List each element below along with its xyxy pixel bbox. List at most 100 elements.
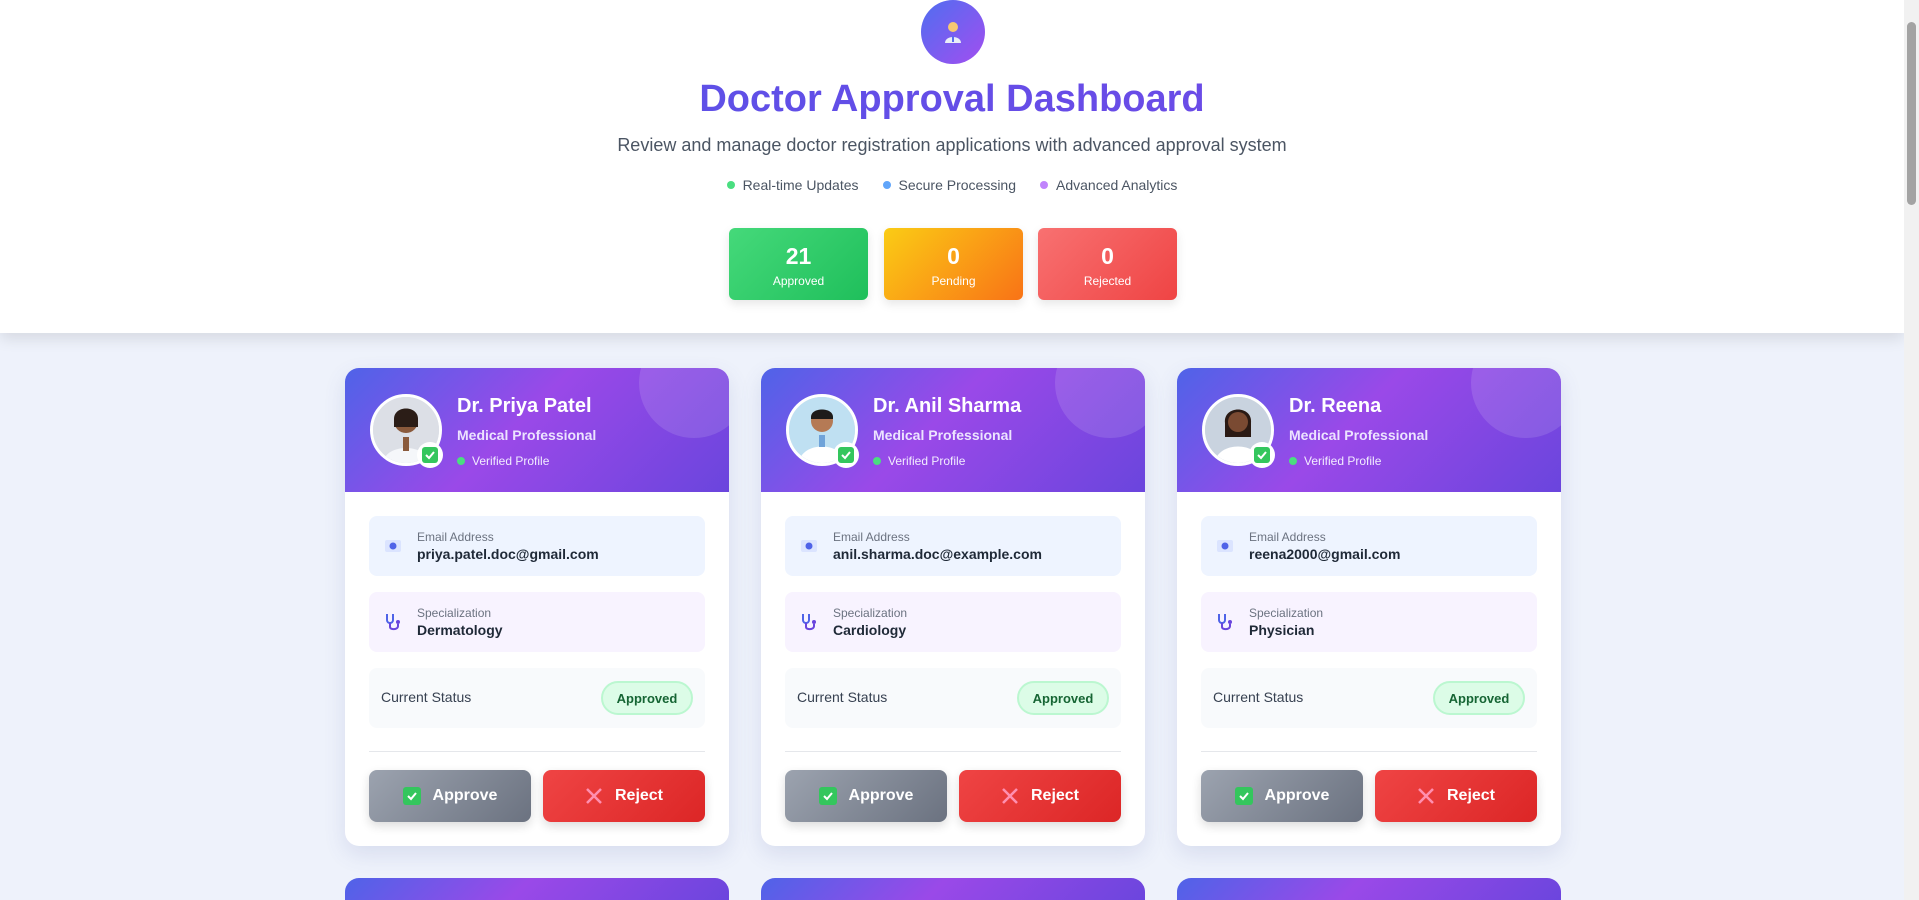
doctor-card-peek <box>1177 878 1561 900</box>
email-field: Email Address anil.sharma.doc@example.co… <box>785 516 1121 576</box>
verified-label: Verified Profile <box>472 454 550 468</box>
email-label: Email Address <box>417 530 494 544</box>
doctor-card: Dr. Anil Sharma Medical Professional Ver… <box>761 368 1145 846</box>
verified-profile: Verified Profile <box>873 454 965 468</box>
approve-label: Approve <box>1264 787 1330 804</box>
status-label: Current Status <box>381 689 472 705</box>
verified-check-icon <box>833 442 859 468</box>
reject-label: Reject <box>1030 787 1080 804</box>
decorative-circle <box>1055 368 1145 438</box>
card-header: Dr. Reena Medical Professional Verified … <box>1177 368 1561 492</box>
check-icon <box>1234 787 1253 805</box>
verified-check-icon <box>1249 442 1275 468</box>
specialization-field: Specialization Physician <box>1201 592 1537 652</box>
reject-button[interactable]: Reject <box>959 770 1121 822</box>
green-dot-icon <box>1289 457 1297 465</box>
approve-button[interactable]: Approve <box>785 770 947 822</box>
feature-item-analytics: Advanced Analytics <box>1040 177 1177 193</box>
doctor-card-peek <box>761 878 1145 900</box>
doctor-logo-icon <box>921 0 985 64</box>
status-row: Current Status Approved <box>1201 668 1537 728</box>
dashboard-header: Doctor Approval Dashboard Review and man… <box>0 0 1904 333</box>
feature-label: Real-time Updates <box>742 177 859 193</box>
doctor-name: Dr. Reena <box>1289 395 1382 417</box>
check-icon <box>818 787 837 805</box>
feature-list: Real-time Updates Secure Processing Adva… <box>0 177 1904 193</box>
close-icon <box>1002 788 1018 804</box>
specialization-value: Cardiology <box>833 622 907 638</box>
divider <box>785 751 1121 752</box>
doctor-role: Medical Professional <box>1289 427 1429 443</box>
email-label: Email Address <box>1249 530 1326 544</box>
page-subtitle: Review and manage doctor registration ap… <box>617 135 1287 155</box>
rejected-stat-card: 0 Rejected <box>1038 228 1177 300</box>
status-row: Current Status Approved <box>785 668 1121 728</box>
email-field: Email Address reena2000@gmail.com <box>1201 516 1537 576</box>
reject-button[interactable]: Reject <box>543 770 705 822</box>
status-row: Current Status Approved <box>369 668 705 728</box>
stethoscope-icon <box>802 614 816 631</box>
email-value: priya.patel.doc@gmail.com <box>417 546 599 562</box>
approved-count: 21 <box>785 243 812 269</box>
stethoscope-icon <box>1218 614 1232 631</box>
close-icon <box>1418 788 1434 804</box>
approve-label: Approve <box>432 787 498 804</box>
reject-label: Reject <box>1446 787 1496 804</box>
verified-profile: Verified Profile <box>457 454 549 468</box>
verified-label: Verified Profile <box>888 454 966 468</box>
specialization-value: Physician <box>1249 622 1315 638</box>
rejected-label: Rejected <box>1083 274 1132 288</box>
stethoscope-icon <box>386 614 400 631</box>
blue-dot-icon <box>882 181 891 189</box>
approve-button[interactable]: Approve <box>1201 770 1363 822</box>
verified-profile: Verified Profile <box>1289 454 1381 468</box>
approved-label: Approved <box>772 274 825 288</box>
specialization-label: Specialization <box>833 606 908 620</box>
approved-stat-card: 21 Approved <box>729 228 868 300</box>
email-icon <box>385 540 401 552</box>
specialization-label: Specialization <box>417 606 492 620</box>
status-label: Current Status <box>797 689 888 705</box>
card-header: Dr. Anil Sharma Medical Professional Ver… <box>761 368 1145 492</box>
decorative-circle <box>639 368 729 438</box>
scrollbar-thumb[interactable] <box>1907 22 1916 205</box>
status-badge: Approved <box>1433 681 1525 715</box>
decorative-circle <box>1471 368 1561 438</box>
status-badge: Approved <box>601 681 693 715</box>
specialization-value: Dermatology <box>417 622 503 638</box>
pending-stat-card: 0 Pending <box>884 228 1023 300</box>
pending-label: Pending <box>931 274 976 288</box>
check-icon <box>402 787 421 805</box>
specialization-field: Specialization Cardiology <box>785 592 1121 652</box>
feature-label: Advanced Analytics <box>1056 177 1178 193</box>
email-field: Email Address priya.patel.doc@gmail.com <box>369 516 705 576</box>
pending-count: 0 <box>947 243 960 269</box>
verified-check-icon <box>417 442 443 468</box>
feature-label: Secure Processing <box>898 177 1017 193</box>
divider <box>369 751 705 752</box>
approve-label: Approve <box>848 787 914 804</box>
doctor-role: Medical Professional <box>457 427 597 443</box>
email-value: reena2000@gmail.com <box>1249 546 1401 562</box>
doctor-card-peek <box>345 878 729 900</box>
page-title: Doctor Approval Dashboard <box>0 78 1904 121</box>
feature-item-secure: Secure Processing <box>882 177 1017 193</box>
scrollbar[interactable] <box>1904 0 1919 900</box>
reject-label: Reject <box>614 787 664 804</box>
approve-button[interactable]: Approve <box>369 770 531 822</box>
status-badge: Approved <box>1017 681 1109 715</box>
doctor-name: Dr. Anil Sharma <box>873 395 1022 417</box>
reject-button[interactable]: Reject <box>1375 770 1537 822</box>
specialization-label: Specialization <box>1249 606 1324 620</box>
purple-dot-icon <box>1040 181 1049 189</box>
doctor-card: Dr. Reena Medical Professional Verified … <box>1177 368 1561 846</box>
divider <box>1201 751 1537 752</box>
doctor-card: Dr. Priya Patel Medical Professional Ver… <box>345 368 729 846</box>
specialization-field: Specialization Dermatology <box>369 592 705 652</box>
card-header: Dr. Priya Patel Medical Professional Ver… <box>345 368 729 492</box>
green-dot-icon <box>873 457 881 465</box>
close-icon <box>586 788 602 804</box>
green-dot-icon <box>457 457 465 465</box>
rejected-count: 0 <box>1101 243 1114 269</box>
doctor-name: Dr. Priya Patel <box>457 395 592 417</box>
